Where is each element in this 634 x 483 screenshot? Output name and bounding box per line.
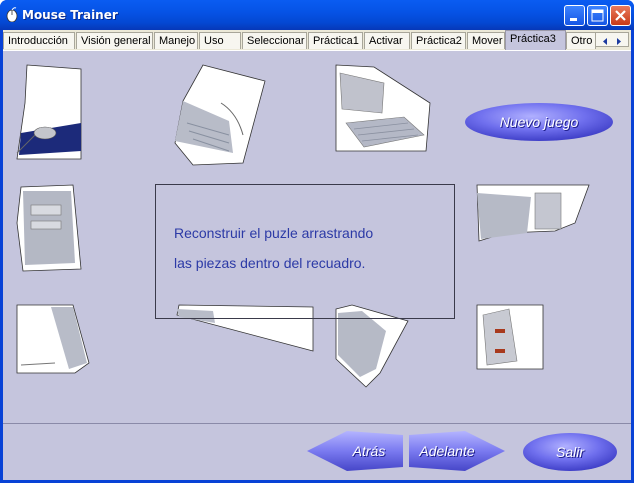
puzzle-drop-area[interactable]: Reconstruir el puzle arrastrando las pie…: [155, 184, 455, 319]
tab-practica2[interactable]: Práctica2: [411, 32, 466, 49]
puzzle-piece-monitor-keyboard[interactable]: [334, 63, 434, 155]
puzzle-piece-mousepad[interactable]: [15, 63, 87, 163]
navigation-bar: Atrás Adelante Salir: [3, 425, 631, 480]
back-button[interactable]: Atrás: [305, 429, 405, 473]
minimize-icon: [570, 18, 577, 21]
maximize-button[interactable]: [587, 5, 608, 26]
tab-scroll-icons: [603, 38, 621, 45]
tab-introduccion[interactable]: Introducción: [3, 32, 75, 49]
puzzle-pane: Reconstruir el puzle arrastrando las pie…: [3, 50, 631, 424]
title-bar[interactable]: Mouse Trainer: [0, 0, 634, 30]
puzzle-piece-tower-side[interactable]: [15, 303, 93, 377]
scroll-right-icon[interactable]: [617, 38, 621, 45]
tab-manejo[interactable]: Manejo: [154, 32, 198, 49]
puzzle-piece-tower-front[interactable]: [15, 183, 85, 275]
new-game-button[interactable]: Nuevo juego: [463, 101, 615, 143]
tab-strip: Introducción Visión general Manejo Uso S…: [3, 30, 631, 50]
window-title: Mouse Trainer: [22, 8, 118, 22]
puzzle-piece-speaker[interactable]: [475, 303, 547, 371]
puzzle-piece-keyboard[interactable]: [173, 63, 269, 167]
forward-button[interactable]: Adelante: [407, 429, 507, 473]
forward-label: Adelante: [419, 443, 475, 459]
instruction-line-1: Reconstruir el puzle arrastrando: [174, 225, 374, 241]
exit-label: Salir: [555, 444, 584, 460]
close-button[interactable]: [610, 5, 631, 26]
close-icon: [615, 10, 626, 21]
back-label: Atrás: [352, 443, 386, 459]
tab-activar[interactable]: Activar: [364, 32, 410, 49]
maximize-icon: [591, 9, 604, 22]
app-window: Mouse Trainer Introducción Visión genera…: [0, 0, 634, 483]
tab-scroll-arrows: [595, 32, 629, 47]
puzzle-piece-cables[interactable]: [475, 183, 593, 245]
minimize-button[interactable]: [564, 5, 585, 26]
mouse-app-icon: [6, 7, 18, 22]
client-area: Introducción Visión general Manejo Uso S…: [3, 30, 631, 480]
tab-uso[interactable]: Uso: [199, 32, 241, 49]
scroll-left-icon[interactable]: [603, 38, 607, 45]
exit-button[interactable]: Salir: [521, 431, 619, 473]
tab-otro[interactable]: Otro: [566, 32, 596, 49]
new-game-label: Nuevo juego: [499, 114, 579, 130]
tab-seleccionar[interactable]: Seleccionar: [242, 32, 307, 49]
tab-mover[interactable]: Mover: [467, 32, 505, 49]
tab-practica1[interactable]: Práctica1: [308, 32, 363, 49]
tab-vision-general[interactable]: Visión general: [76, 32, 153, 49]
instruction-line-2: las piezas dentro del recuadro.: [174, 255, 366, 271]
tab-practica3[interactable]: Práctica3: [505, 30, 566, 50]
